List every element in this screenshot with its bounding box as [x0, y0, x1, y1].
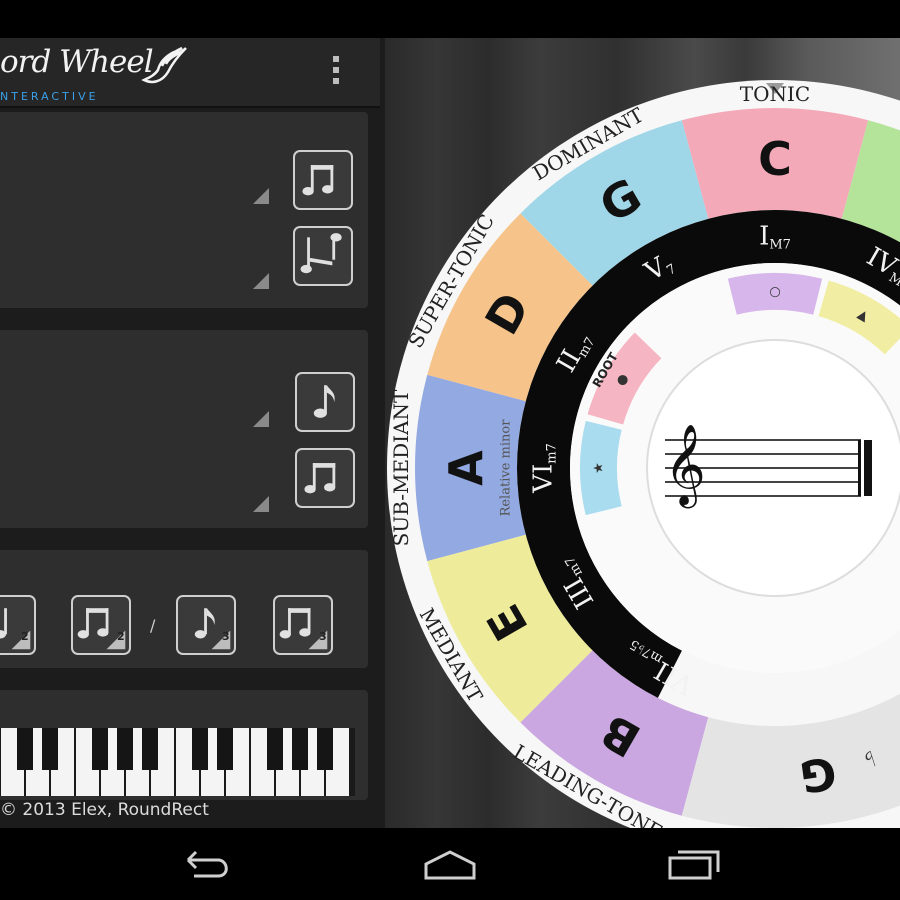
beam-notes-button[interactable]	[293, 150, 353, 210]
piano-black-key[interactable]	[17, 728, 33, 770]
rhythm-button-3[interactable]	[176, 595, 236, 655]
chord-wheel[interactable]: CGDAEBFG♭Relative minorIM7V7IIm7VIm7IIIm…	[385, 38, 900, 828]
piano-black-key[interactable]	[192, 728, 208, 770]
note-pair-2-icon	[0, 608, 31, 650]
final-barline	[864, 440, 872, 496]
dropdown-corner-icon[interactable]	[253, 273, 269, 289]
key-label-C: C	[758, 132, 792, 186]
rhythm-divider: /	[150, 616, 156, 635]
piano-black-key[interactable]	[292, 728, 308, 770]
rhythm-button-1[interactable]	[0, 595, 36, 655]
key-label-A: A	[439, 450, 493, 486]
piano-black-key[interactable]	[142, 728, 158, 770]
piano-black-key[interactable]	[92, 728, 108, 770]
recent-apps-icon[interactable]	[664, 848, 724, 882]
function-label-3: SUB-MEDIANT	[389, 389, 413, 546]
piano-black-key[interactable]	[42, 728, 58, 770]
rhythm-button-2[interactable]	[71, 595, 131, 655]
tied-notes-icon	[300, 233, 342, 274]
beam-notes-button-2[interactable]	[295, 448, 355, 508]
rhythm-sub-3: 3	[222, 630, 230, 643]
rhythm-sub-2: 2	[117, 630, 125, 643]
app-subtitle: NTERACTIVE	[0, 90, 99, 103]
tab-circle-icon: ○	[769, 285, 780, 300]
rhythm-button-4[interactable]	[273, 595, 333, 655]
tied-notes-button[interactable]	[293, 226, 353, 286]
relative-minor-label: Relative minor	[499, 419, 514, 517]
note-pair-2-icon	[77, 608, 126, 650]
beamed-notes-icon	[302, 165, 334, 196]
home-icon[interactable]	[420, 848, 480, 882]
eighth-note-3-icon	[194, 608, 231, 650]
rhythm-sub-4: 3	[319, 630, 327, 643]
piano-black-key[interactable]	[317, 728, 333, 770]
treble-clef-icon: 𝄞	[664, 423, 705, 508]
piano-black-key[interactable]	[217, 728, 233, 770]
beamed-notes-icon	[304, 463, 336, 494]
eighth-note-button[interactable]	[295, 372, 355, 432]
dropdown-corner-icon[interactable]	[253, 496, 269, 512]
piano-keyboard[interactable]	[0, 728, 355, 796]
tab-star-icon: ★	[592, 462, 607, 474]
key-label-gflat: G	[797, 746, 840, 802]
piano-black-key[interactable]	[117, 728, 133, 770]
back-icon[interactable]	[180, 848, 234, 882]
barline	[858, 440, 861, 496]
dropdown-corner-icon[interactable]	[253, 411, 269, 427]
wings-logo-icon	[141, 46, 187, 84]
function-label-0: TONIC	[740, 82, 810, 106]
copyright-text: © 2013 Elex, RoundRect	[0, 800, 209, 820]
piano-black-key[interactable]	[267, 728, 283, 770]
overflow-menu-icon[interactable]	[330, 56, 342, 92]
note-pair-3-icon	[279, 608, 328, 650]
app-title: ord Wheel	[0, 44, 154, 80]
dropdown-corner-icon[interactable]	[253, 188, 269, 204]
eighth-note-icon	[313, 385, 335, 418]
rhythm-sub-1: 2	[21, 630, 29, 643]
status-bar	[0, 0, 900, 38]
